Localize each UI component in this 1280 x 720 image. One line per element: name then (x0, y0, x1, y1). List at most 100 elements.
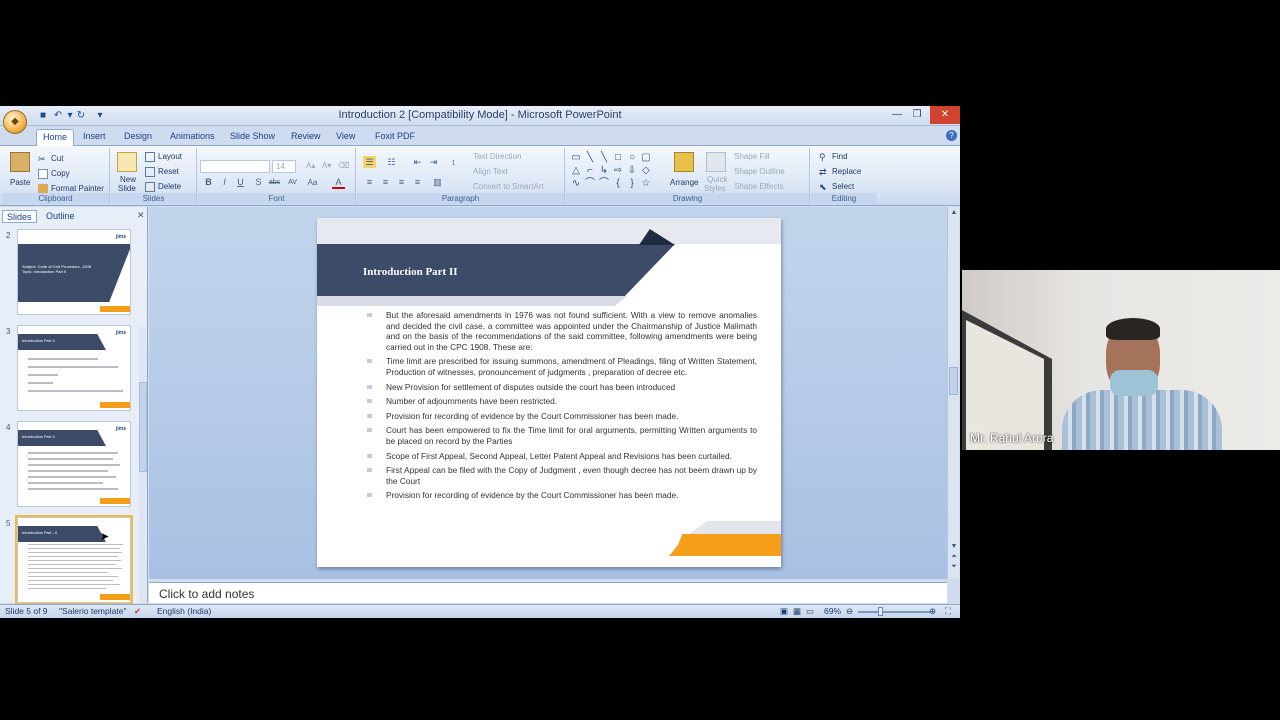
arc-shape-icon[interactable]: ⌒ (598, 178, 610, 190)
bullets-icon[interactable]: ☰ (363, 156, 376, 168)
cut-button[interactable]: ✂ Cut (38, 154, 63, 164)
font-name-combo[interactable] (200, 160, 270, 173)
tab-view[interactable]: View (330, 129, 361, 146)
pane-scrollbar[interactable] (139, 327, 147, 603)
columns-icon[interactable]: ▥ (431, 176, 444, 188)
tab-insert[interactable]: Insert (77, 129, 112, 146)
decrease-indent-icon[interactable]: ⇤ (411, 156, 424, 168)
slide-scroll-thumb[interactable] (949, 367, 958, 395)
slide-title[interactable]: Introduction Part II (363, 266, 458, 278)
tab-review[interactable]: Review (285, 129, 327, 146)
tab-outline-pane[interactable]: Outline (42, 210, 79, 223)
tab-animations[interactable]: Animations (164, 129, 221, 146)
zoom-out-icon[interactable]: ⊖ (846, 606, 853, 617)
arrange-button[interactable]: Arrange (670, 178, 698, 187)
oval-shape-icon[interactable]: ○ (626, 152, 638, 164)
office-button[interactable]: ◆ (3, 110, 27, 134)
line-shape-icon[interactable]: ╲ (584, 152, 596, 164)
language-indicator[interactable]: English (India) (157, 606, 211, 616)
tab-slide-show[interactable]: Slide Show (224, 129, 281, 146)
bold-button[interactable]: B (202, 176, 215, 189)
zoom-slider-knob[interactable] (878, 607, 883, 616)
shrink-font-icon[interactable]: A▾ (322, 161, 331, 170)
scroll-up-icon[interactable]: ▲ (949, 209, 959, 216)
normal-view-icon[interactable]: ▣ (780, 606, 788, 617)
tab-design[interactable]: Design (118, 129, 158, 146)
quick-styles-button[interactable]: Quick (707, 175, 727, 184)
increase-indent-icon[interactable]: ⇥ (427, 156, 440, 168)
brace-shape-icon[interactable]: { (612, 178, 624, 190)
font-size-combo[interactable]: 14 (272, 160, 296, 173)
align-center-icon[interactable]: ≡ (379, 176, 392, 188)
elbow-shape-icon[interactable]: ↳ (598, 165, 610, 177)
find-button[interactable]: ⚲ Find (819, 152, 848, 162)
copy-button[interactable]: Copy (38, 169, 70, 179)
align-right-icon[interactable]: ≡ (395, 176, 408, 188)
delete-button[interactable]: Delete (145, 182, 181, 192)
tab-home[interactable]: Home (36, 129, 75, 146)
shape-effects-button[interactable]: Shape Effects (734, 182, 784, 191)
close-icon[interactable]: ✕ (930, 106, 960, 124)
connector-shape-icon[interactable]: ⌐ (584, 165, 596, 177)
triangle-shape-icon[interactable]: △ (570, 165, 582, 177)
convert-smartart-button[interactable]: Convert to SmartArt (473, 182, 544, 191)
layout-button[interactable]: Layout (145, 152, 182, 162)
curve-shape-icon[interactable]: ⌒ (584, 178, 596, 190)
reset-button[interactable]: Reset (145, 167, 179, 177)
slide-sorter-icon[interactable]: ▦ (793, 606, 801, 617)
scroll-down-icon[interactable]: ▼ (949, 543, 959, 550)
quick-styles-button-line2[interactable]: Styles (704, 184, 726, 193)
align-text-button[interactable]: Align Text (473, 167, 508, 176)
close-pane-icon[interactable]: ✕ (137, 210, 145, 221)
next-slide-icon[interactable]: ⏷ (949, 563, 959, 571)
zoom-level[interactable]: 69% (824, 606, 841, 616)
slide-show-icon[interactable]: ▭ (806, 606, 814, 617)
new-slide-button-line2[interactable]: Slide (118, 184, 136, 193)
zoom-slider[interactable] (858, 611, 930, 613)
italic-button[interactable]: I (218, 176, 231, 189)
restore-icon[interactable]: ❐ (904, 106, 930, 124)
rounded-rect-shape-icon[interactable]: ▢ (640, 152, 652, 164)
clear-format-icon[interactable]: ⌫ (338, 161, 349, 170)
change-case-button[interactable]: Aa (306, 176, 319, 189)
rectangle-shape-icon[interactable]: □ (612, 152, 624, 164)
pane-scroll-thumb[interactable] (139, 382, 147, 472)
down-arrow-shape-icon[interactable]: ⇩ (626, 165, 638, 177)
text-direction-button[interactable]: Text Direction (473, 152, 521, 161)
strikethrough-button[interactable]: abc (268, 176, 281, 189)
tab-slides-pane[interactable]: Slides (2, 210, 37, 223)
slide-thumbnail-4[interactable]: Introduction Part II jims (17, 421, 131, 507)
justify-icon[interactable]: ≡ (411, 176, 424, 188)
zoom-in-icon[interactable]: ⊕ (929, 606, 936, 617)
new-slide-button[interactable]: New (120, 175, 136, 184)
notes-pane[interactable]: Click to add notes (149, 582, 947, 603)
star-shape-icon[interactable]: ☆ (640, 178, 652, 190)
grow-font-icon[interactable]: A▴ (306, 161, 315, 170)
right-arrow-shape-icon[interactable]: ⇨ (612, 165, 624, 177)
line-shape-icon-2[interactable]: ╲ (598, 152, 610, 164)
fit-to-window-icon[interactable]: ⛶ (945, 606, 951, 617)
shadow-button[interactable]: S (252, 176, 265, 189)
replace-button[interactable]: ⇄ Replace (819, 167, 861, 177)
slide-thumbnail-2[interactable]: Subject: Code of Civil Procedure, 1908 T… (17, 229, 131, 315)
current-slide[interactable]: Introduction Part II But the aforesaid a… (317, 218, 781, 567)
slide-thumbnail-5[interactable]: Introduction Part - II (15, 515, 133, 605)
select-button[interactable]: ⬉ Select (819, 182, 854, 192)
brace-right-shape-icon[interactable]: } (626, 178, 638, 190)
paste-button[interactable]: Paste (10, 178, 30, 187)
slide-vertical-scrollbar[interactable]: ▲ ▼ ⏶ ⏷ (947, 207, 959, 579)
char-spacing-button[interactable]: AV (286, 176, 299, 189)
underline-button[interactable]: U (234, 176, 247, 189)
shape-outline-button[interactable]: Shape Outline (734, 167, 785, 176)
notes-placeholder[interactable]: Click to add notes (159, 587, 254, 601)
shape-fill-button[interactable]: Shape Fill (734, 152, 770, 161)
textbox-shape-icon[interactable]: ▭ (570, 152, 582, 164)
line-spacing-icon[interactable]: ↕ (447, 156, 460, 168)
freeform-shape-icon[interactable]: ∿ (570, 178, 582, 190)
flowchart-shape-icon[interactable]: ◇ (640, 165, 652, 177)
previous-slide-icon[interactable]: ⏶ (949, 553, 959, 561)
spellcheck-icon[interactable]: ✔ (134, 606, 141, 617)
font-color-button[interactable]: A (332, 176, 345, 189)
align-left-icon[interactable]: ≡ (363, 176, 376, 188)
help-icon[interactable]: ? (946, 130, 957, 141)
